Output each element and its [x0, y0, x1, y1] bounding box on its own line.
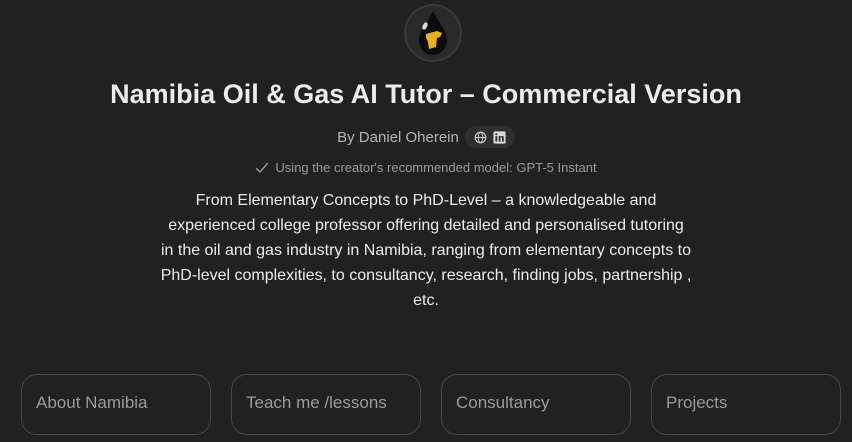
- social-links: [464, 126, 515, 148]
- starter-about-namibia[interactable]: About Namibia: [21, 374, 211, 435]
- gpt-landing: Namibia Oil & Gas AI Tutor – Commercial …: [0, 0, 852, 442]
- starter-teach-me-lessons[interactable]: Teach me /lessons: [231, 374, 421, 435]
- recommended-model-note: Using the creator's recommended model: G…: [0, 160, 852, 175]
- starter-projects[interactable]: Projects: [651, 374, 841, 435]
- model-note-text: Using the creator's recommended model: G…: [275, 160, 597, 175]
- linkedin-icon[interactable]: [493, 130, 506, 144]
- globe-icon[interactable]: [474, 131, 487, 144]
- starter-consultancy[interactable]: Consultancy: [441, 374, 631, 435]
- oil-drop-namibia-map-icon: [404, 4, 462, 62]
- gpt-avatar: [404, 4, 462, 62]
- gpt-description: From Elementary Concepts to PhD-Level – …: [160, 192, 692, 309]
- gpt-title: Namibia Oil & Gas AI Tutor – Commercial …: [110, 79, 742, 109]
- author-name: By Daniel Oherein: [337, 128, 459, 146]
- author-byline: By Daniel Oherein: [0, 126, 852, 148]
- conversation-starters: About Namibia Teach me /lessons Consulta…: [21, 374, 841, 435]
- checkmark-icon: [256, 162, 269, 173]
